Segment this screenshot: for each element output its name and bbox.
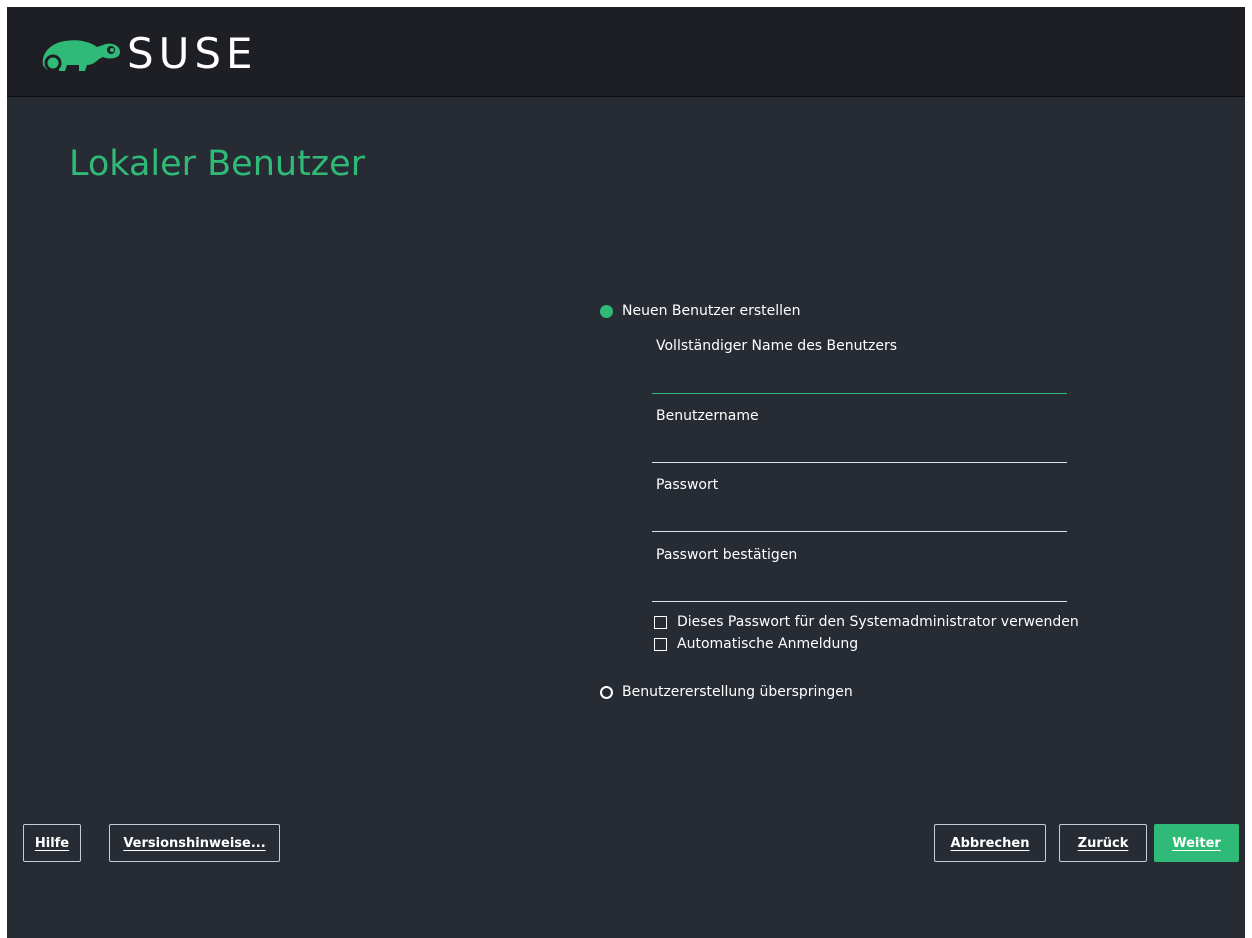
checkbox-auto-login[interactable]: Automatische Anmeldung	[654, 635, 858, 653]
radio-skip-user-label: Benutzererstellung überspringen	[622, 684, 853, 700]
release-notes-button[interactable]: Versionshinweise...	[109, 824, 280, 862]
suse-chameleon-icon	[42, 40, 121, 72]
checkbox-unchecked-icon	[654, 637, 667, 651]
header-bar: SUSE	[7, 7, 1245, 97]
abort-button[interactable]: Abbrechen	[934, 824, 1046, 862]
brand-name: SUSE	[127, 29, 258, 78]
next-button[interactable]: Weiter	[1154, 824, 1239, 862]
page-title: Lokaler Benutzer	[69, 144, 366, 184]
installer-window: SUSE Lokaler Benutzer Neuen Benutzer ers…	[7, 7, 1245, 938]
help-button[interactable]: Hilfe	[23, 824, 81, 862]
checkbox-unchecked-icon	[654, 615, 667, 629]
password-confirm-input[interactable]	[652, 576, 1067, 602]
radio-create-user[interactable]: Neuen Benutzer erstellen	[600, 303, 801, 319]
radio-skip-user[interactable]: Benutzererstellung überspringen	[600, 684, 853, 700]
fullname-input[interactable]	[652, 368, 1067, 394]
radio-unselected-icon	[600, 685, 613, 699]
password-confirm-label: Passwort bestätigen	[656, 547, 798, 563]
password-label: Passwort	[656, 477, 719, 493]
checkbox-auto-login-label: Automatische Anmeldung	[677, 636, 859, 652]
radio-selected-icon	[600, 304, 613, 318]
checkbox-use-for-admin[interactable]: Dieses Passwort für den Systemadministra…	[654, 613, 1079, 631]
suse-logo: SUSE	[37, 31, 258, 77]
radio-create-user-label: Neuen Benutzer erstellen	[622, 303, 801, 319]
password-input[interactable]	[652, 506, 1067, 532]
fullname-label: Vollständiger Name des Benutzers	[656, 338, 898, 354]
username-label: Benutzername	[656, 408, 759, 424]
back-button[interactable]: Zurück	[1059, 824, 1147, 862]
checkbox-use-for-admin-label: Dieses Passwort für den Systemadministra…	[677, 614, 1079, 630]
username-input[interactable]	[652, 437, 1067, 463]
